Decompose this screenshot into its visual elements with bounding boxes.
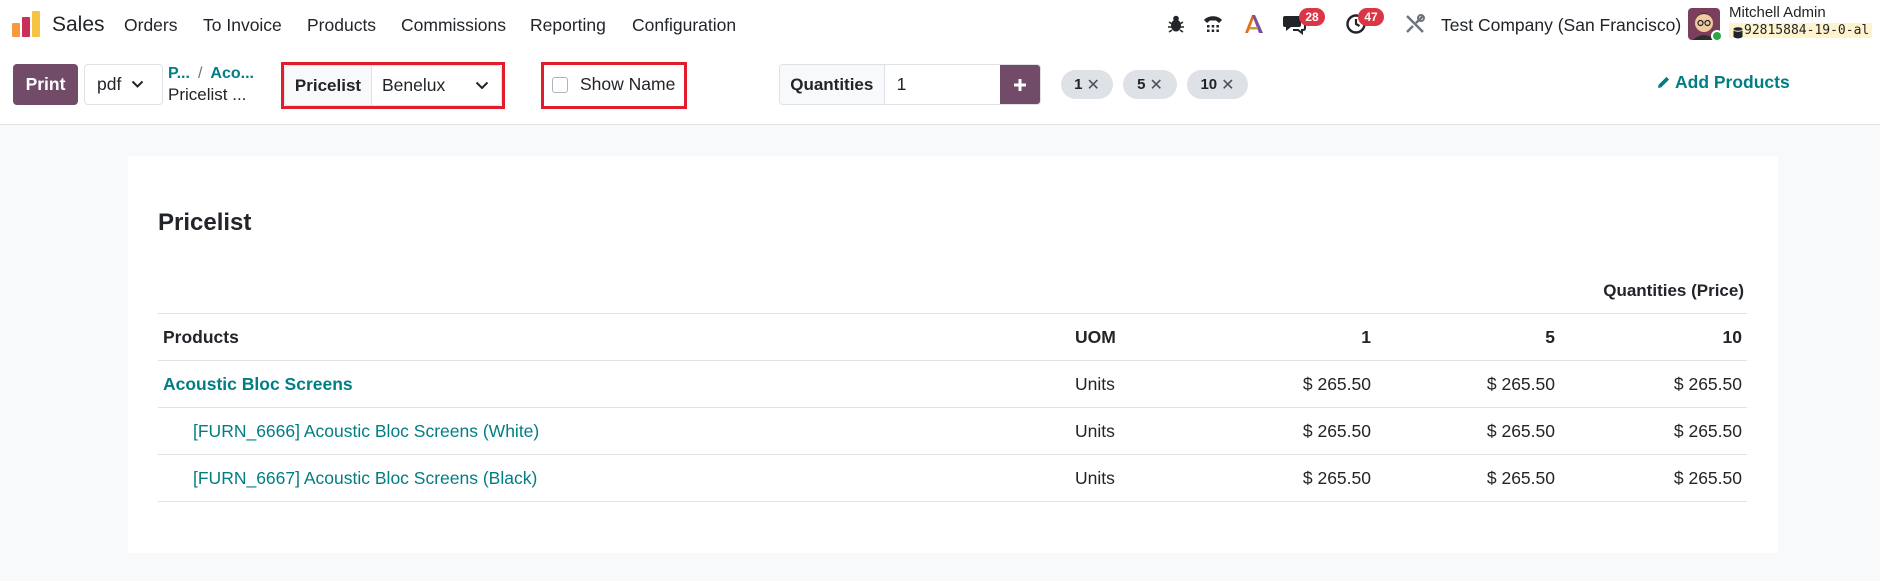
remove-chip-icon[interactable]: ✕ <box>1149 75 1162 95</box>
company-switcher[interactable]: Test Company (San Francisco) <box>1441 15 1681 36</box>
price-cell: $ 265.50 <box>1376 454 1560 502</box>
price-cell: $ 265.50 <box>1190 407 1376 455</box>
pencil-icon <box>1658 76 1670 88</box>
report-title: Pricelist <box>158 209 252 236</box>
format-dropdown[interactable]: pdf <box>84 64 163 105</box>
quantity-chip-value: 5 <box>1137 76 1146 93</box>
user-name[interactable]: Mitchell Admin <box>1729 4 1826 21</box>
phone-icon[interactable] <box>1200 11 1226 37</box>
pricelist-table: Products UOM 1 5 10 Acoustic Bloc Screen… <box>158 313 1747 502</box>
pricelist-report: Pricelist Quantities (Price) Products UO… <box>128 156 1778 553</box>
product-link[interactable]: Acoustic Bloc Screens <box>158 360 1070 408</box>
show-name-toggle[interactable]: Show Name <box>552 74 675 95</box>
quantity-input[interactable] <box>884 65 1000 104</box>
messages-badge: 28 <box>1299 8 1325 26</box>
quantity-chip-value: 1 <box>1074 76 1083 93</box>
pricelist-selector: Pricelist Benelux <box>284 65 502 106</box>
add-products-label: Add Products <box>1675 72 1790 92</box>
breadcrumb: P... / Aco... <box>168 65 254 83</box>
chevron-down-icon <box>132 80 144 88</box>
table-header-row: Products UOM 1 5 10 <box>158 313 1747 361</box>
remove-chip-icon[interactable]: ✕ <box>1221 75 1234 95</box>
uom-cell: Units <box>1070 454 1190 502</box>
show-name-label: Show Name <box>580 74 676 94</box>
pricelist-label: Pricelist <box>285 66 372 105</box>
column-header-qty-1: 1 <box>1190 313 1376 361</box>
menu-configuration[interactable]: Configuration <box>632 15 736 36</box>
ai-icon[interactable] <box>1241 11 1267 37</box>
add-quantity-button[interactable] <box>999 65 1040 104</box>
quantity-chip-value: 10 <box>1200 76 1218 93</box>
price-cell: $ 265.50 <box>1190 360 1376 408</box>
price-cell: $ 265.50 <box>1560 407 1747 455</box>
uom-cell: Units <box>1070 407 1190 455</box>
activities-badge: 47 <box>1358 8 1384 26</box>
breadcrumb-item-2[interactable]: Aco... <box>210 65 254 82</box>
price-cell: $ 265.50 <box>1560 454 1747 502</box>
tools-icon[interactable] <box>1402 11 1428 37</box>
product-variant-link[interactable]: [FURN_6666] Acoustic Bloc Screens (White… <box>158 407 1070 455</box>
table-row: [FURN_6666] Acoustic Bloc Screens (White… <box>158 407 1747 455</box>
app-name[interactable]: Sales <box>52 13 105 37</box>
pricelist-value: Benelux <box>382 75 446 95</box>
column-header-uom: UOM <box>1070 313 1190 361</box>
column-header-qty-10: 10 <box>1560 313 1747 361</box>
quantities-label: Quantities <box>780 65 885 104</box>
control-panel: Print pdf P... / Aco... Pricelist ... Pric… <box>0 50 1880 125</box>
column-header-products: Products <box>158 313 1070 361</box>
online-status-indicator <box>1711 30 1723 42</box>
price-cell: $ 265.50 <box>1190 454 1376 502</box>
menu-reporting[interactable]: Reporting <box>530 15 606 36</box>
menu-products[interactable]: Products <box>307 15 376 36</box>
quantity-chip: 5 ✕ <box>1123 70 1177 99</box>
breadcrumb-separator: / <box>197 65 203 82</box>
quantity-chip: 1 ✕ <box>1061 70 1113 99</box>
menu-orders[interactable]: Orders <box>124 15 177 36</box>
show-name-checkbox[interactable] <box>552 76 568 93</box>
quantities-group: Quantities <box>779 64 1041 105</box>
quantity-chip: 10 ✕ <box>1187 70 1248 99</box>
table-row: Acoustic Bloc Screens Units $ 265.50 $ 2… <box>158 360 1747 408</box>
quantities-price-header: Quantities (Price) <box>1603 281 1744 300</box>
remove-chip-icon[interactable]: ✕ <box>1086 75 1099 95</box>
price-cell: $ 265.50 <box>1376 407 1560 455</box>
plus-icon <box>1013 78 1026 91</box>
price-cell: $ 265.50 <box>1560 360 1747 408</box>
print-button[interactable]: Print <box>13 64 78 105</box>
menu-to-invoice[interactable]: To Invoice <box>203 15 282 36</box>
format-value: pdf <box>97 74 122 94</box>
pricelist-select[interactable]: Benelux <box>372 66 501 105</box>
database-icon <box>1733 27 1743 39</box>
bug-icon[interactable] <box>1163 11 1189 37</box>
menu-commissions[interactable]: Commissions <box>401 15 506 36</box>
add-products-button[interactable]: Add Products <box>1656 72 1790 93</box>
product-variant-link[interactable]: [FURN_6667] Acoustic Bloc Screens (Black… <box>158 454 1070 502</box>
breadcrumb-item-1[interactable]: P... <box>168 65 190 82</box>
sales-app-icon[interactable] <box>12 11 40 37</box>
database-name: 92815884-19-0-al <box>1729 23 1873 38</box>
breadcrumb-current: Pricelist ... <box>168 85 247 104</box>
top-navbar: Sales Orders To Invoice Products Commiss… <box>0 0 1880 50</box>
table-row: [FURN_6667] Acoustic Bloc Screens (Black… <box>158 454 1747 502</box>
column-header-qty-5: 5 <box>1376 313 1560 361</box>
uom-cell: Units <box>1070 360 1190 408</box>
chevron-down-icon <box>475 81 489 90</box>
price-cell: $ 265.50 <box>1376 360 1560 408</box>
